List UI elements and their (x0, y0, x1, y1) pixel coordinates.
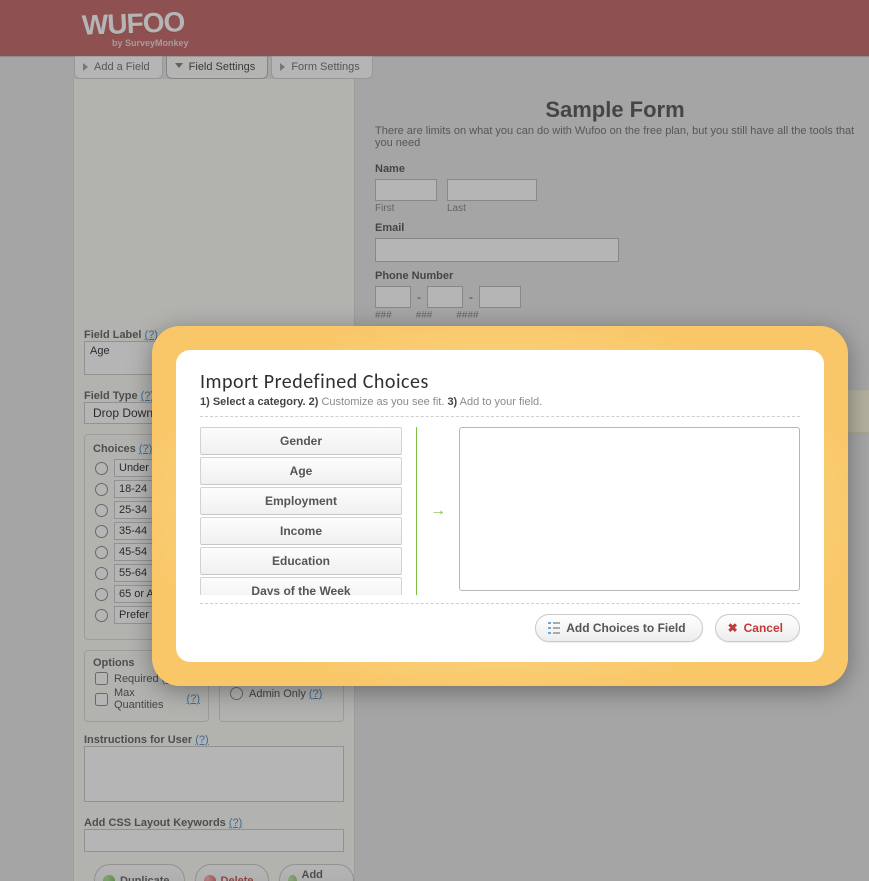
category-days-of-week[interactable]: Days of the Week (200, 577, 402, 595)
modal-frame: Import Predefined Choices 1) Select a ca… (152, 326, 848, 686)
button-label: Cancel (744, 621, 783, 635)
category-list: Gender Age Employment Income Education D… (200, 427, 417, 595)
category-age[interactable]: Age (200, 457, 402, 485)
category-employment[interactable]: Employment (200, 487, 402, 515)
divider (200, 603, 800, 604)
choices-output-textarea[interactable] (459, 427, 800, 591)
arrow-right-icon: → (431, 427, 445, 595)
category-gender[interactable]: Gender (200, 427, 402, 455)
button-label: Add Choices to Field (566, 621, 685, 635)
category-income[interactable]: Income (200, 517, 402, 545)
add-choices-button[interactable]: Add Choices to Field (535, 614, 702, 642)
list-icon (548, 622, 560, 634)
divider (200, 416, 800, 417)
import-choices-modal: Import Predefined Choices 1) Select a ca… (176, 350, 824, 662)
cancel-button[interactable]: ✖ Cancel (715, 614, 800, 642)
category-education[interactable]: Education (200, 547, 402, 575)
close-icon: ✖ (728, 622, 738, 634)
modal-title: Import Predefined Choices (200, 370, 800, 394)
modal-steps: 1) Select a category. 2) Customize as yo… (200, 396, 800, 408)
